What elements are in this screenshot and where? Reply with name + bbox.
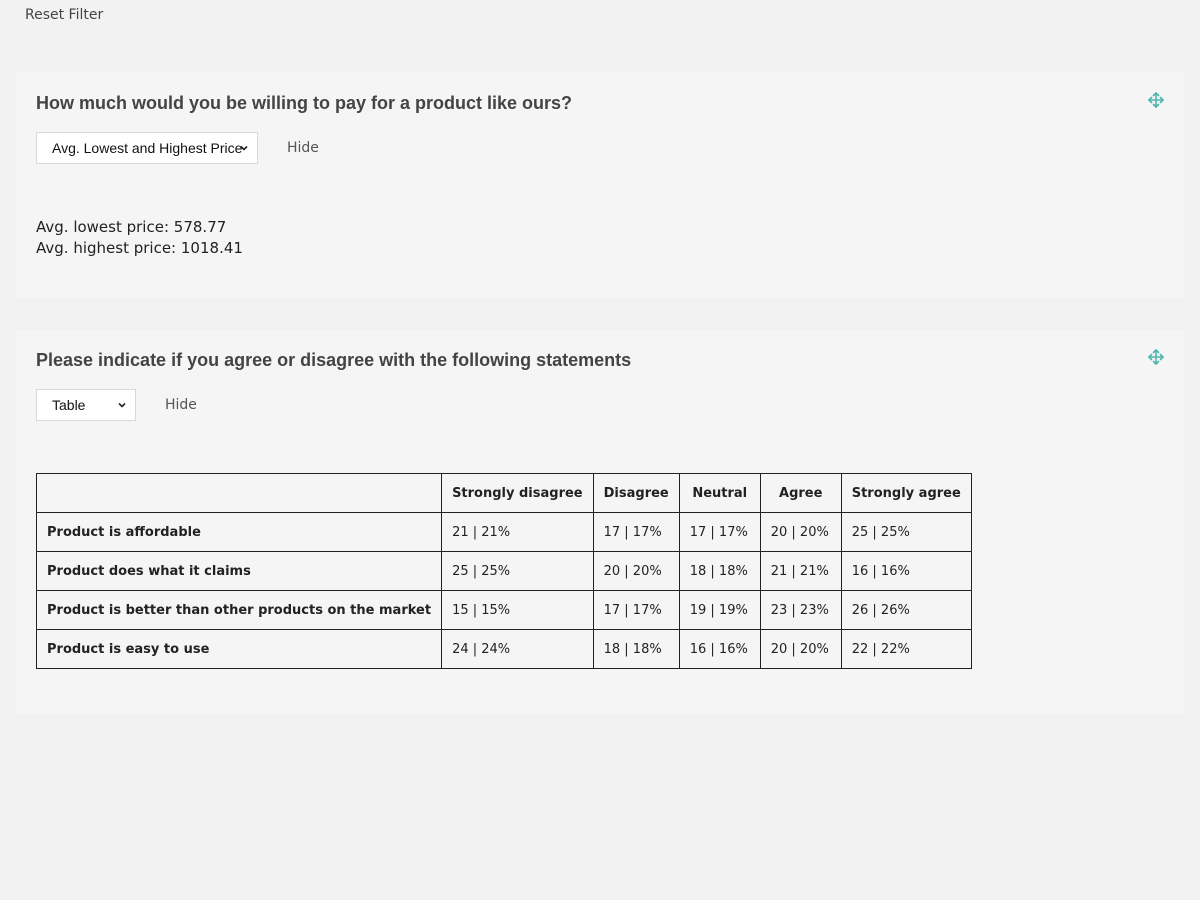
row-label: Product is affordable — [35, 512, 443, 552]
table-cell: 20 | 20% — [759, 512, 842, 552]
reset-filter-link[interactable]: Reset Filter — [25, 7, 103, 23]
table-header-row: Strongly disagree Disagree Neutral Agree… — [35, 473, 972, 513]
column-header: Strongly agree — [840, 473, 972, 513]
table-cell: 21 | 21% — [759, 551, 842, 591]
column-header: Strongly disagree — [441, 473, 594, 513]
table-cell: 18 | 18% — [678, 551, 761, 591]
move-arrows-icon[interactable] — [1148, 349, 1164, 365]
table-cell: 17 | 17% — [592, 590, 680, 630]
column-header: Disagree — [592, 473, 680, 513]
chart-type-select[interactable]: Avg. Lowest and Highest Price — [36, 132, 258, 164]
avg-lowest-label: Avg. lowest price: — [36, 218, 170, 236]
question-card-agreement: Please indicate if you agree or disagree… — [16, 330, 1184, 714]
table-row: Product is easy to use 24 | 24% 18 | 18%… — [35, 629, 972, 669]
table-cell: 25 | 25% — [840, 512, 972, 552]
table-row: Product is affordable 21 | 21% 17 | 17% … — [35, 512, 972, 552]
select-value: Table — [52, 397, 86, 413]
avg-highest-value: 1018.41 — [180, 239, 243, 257]
chart-type-select[interactable]: Table — [36, 389, 136, 421]
chevron-down-icon — [240, 145, 248, 151]
row-label: Product is easy to use — [35, 629, 443, 669]
hide-button[interactable]: Hide — [165, 397, 197, 413]
table-cell: 20 | 20% — [592, 551, 680, 591]
select-value: Avg. Lowest and Highest Price — [52, 140, 243, 156]
column-header: Neutral — [678, 473, 761, 513]
agreement-table: Strongly disagree Disagree Neutral Agree… — [35, 473, 972, 669]
question-title: Please indicate if you agree or disagree… — [36, 350, 632, 370]
table-cell: 15 | 15% — [441, 590, 594, 630]
table-cell: 26 | 26% — [840, 590, 972, 630]
hide-button[interactable]: Hide — [287, 140, 319, 156]
row-label: Product does what it claims — [35, 551, 443, 591]
table-cell: 23 | 23% — [759, 590, 842, 630]
table-row: Product is better than other products on… — [35, 590, 972, 630]
table-cell: 21 | 21% — [441, 512, 594, 552]
move-arrows-icon[interactable] — [1148, 92, 1164, 108]
table-cell: 17 | 17% — [678, 512, 761, 552]
avg-highest-label: Avg. highest price: — [36, 239, 177, 257]
column-header: Agree — [759, 473, 842, 513]
table-cell: 16 | 16% — [840, 551, 972, 591]
table-cell: 18 | 18% — [592, 629, 680, 669]
table-cell: 20 | 20% — [759, 629, 842, 669]
table-cell: 25 | 25% — [441, 551, 594, 591]
question-card-price: How much would you be willing to pay for… — [16, 73, 1184, 298]
table-cell: 24 | 24% — [441, 629, 594, 669]
chevron-down-icon — [118, 402, 126, 408]
avg-lowest-price: Avg. lowest price: 578.77 — [36, 218, 226, 236]
table-row: Product does what it claims 25 | 25% 20 … — [35, 551, 972, 591]
avg-highest-price: Avg. highest price: 1018.41 — [36, 239, 243, 257]
table-cell: 16 | 16% — [678, 629, 761, 669]
column-header — [35, 473, 443, 513]
row-label: Product is better than other products on… — [35, 590, 443, 630]
avg-lowest-value: 578.77 — [173, 218, 227, 236]
question-title: How much would you be willing to pay for… — [36, 93, 573, 113]
table-cell: 19 | 19% — [678, 590, 761, 630]
table-cell: 22 | 22% — [840, 629, 972, 669]
table-cell: 17 | 17% — [592, 512, 680, 552]
